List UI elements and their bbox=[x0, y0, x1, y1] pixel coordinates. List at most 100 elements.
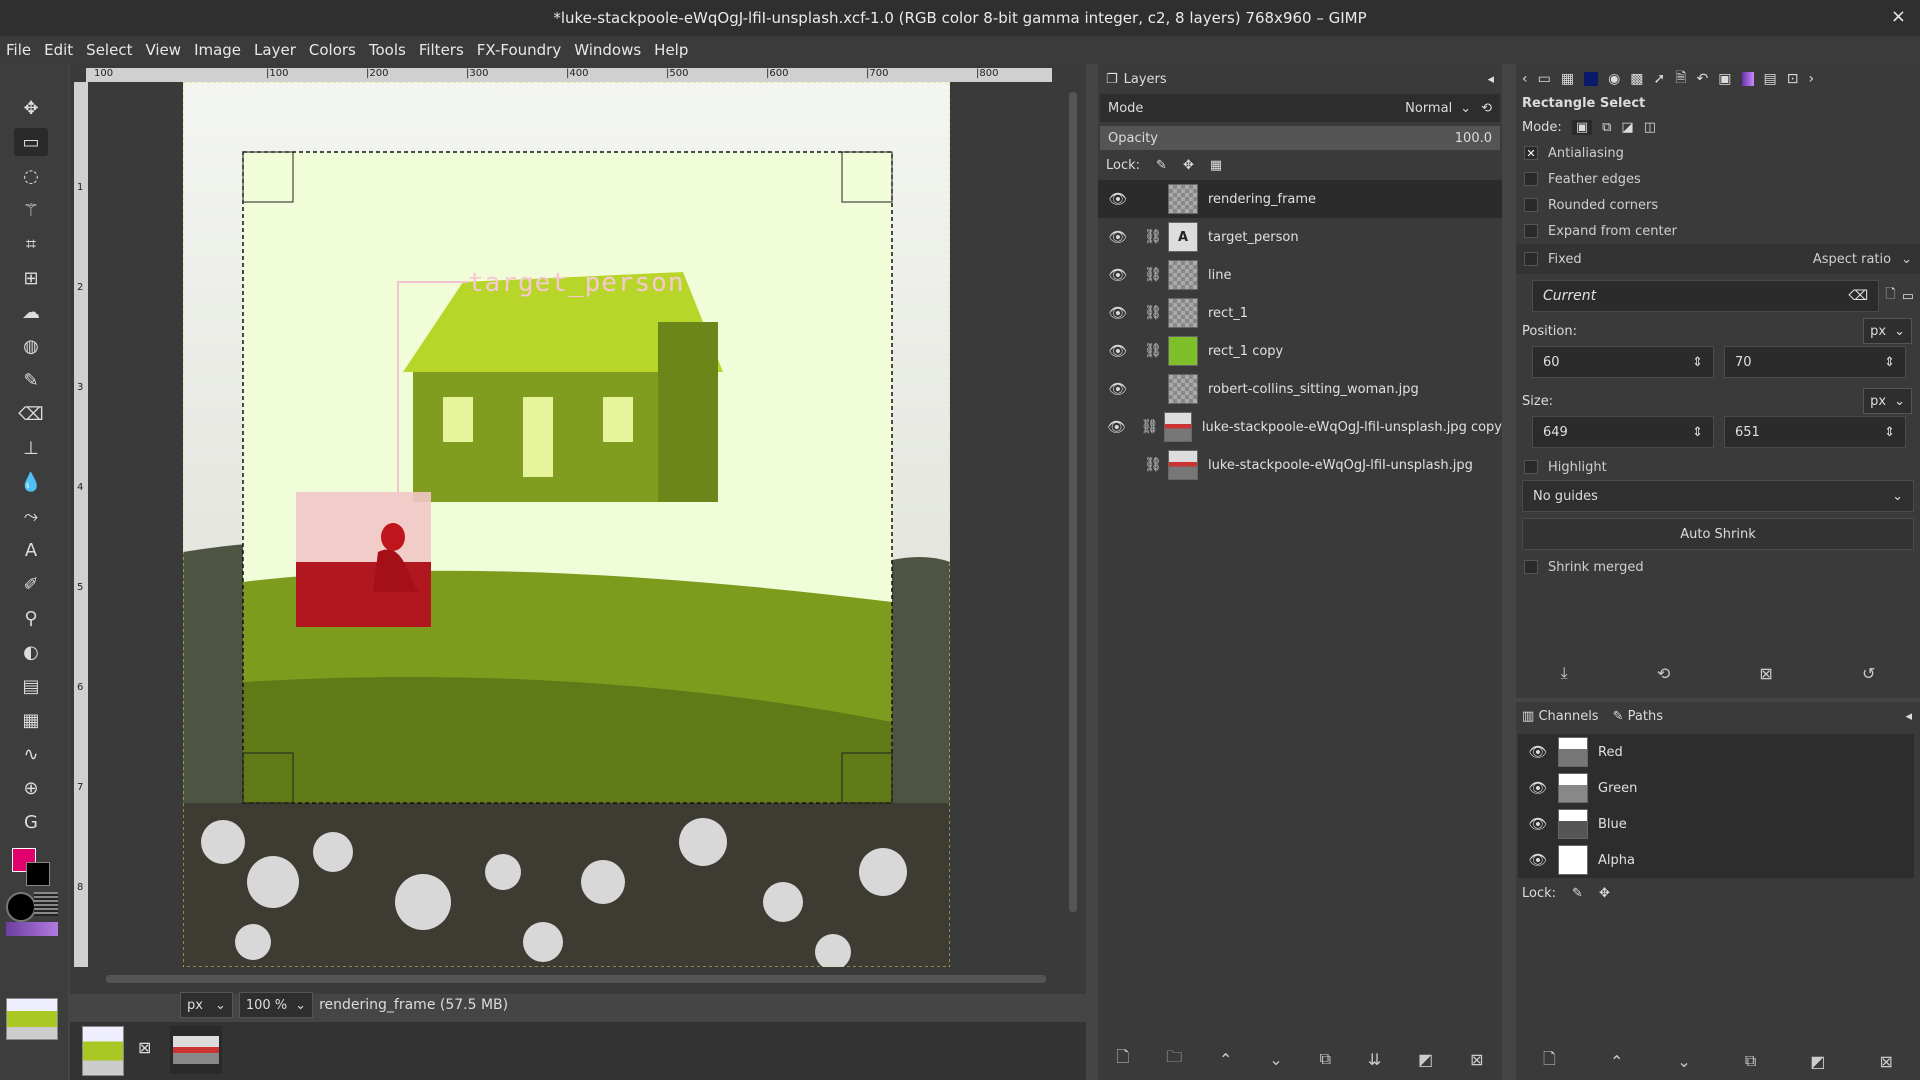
delete-options-icon[interactable]: ⊠ bbox=[1759, 664, 1772, 683]
chain-link-icon[interactable]: ⛓ bbox=[1136, 419, 1164, 435]
close-tab-icon[interactable]: ⊠ bbox=[138, 1038, 151, 1057]
warp-icon[interactable]: ☁ bbox=[14, 298, 48, 326]
templates-tab-icon[interactable]: ⊡ bbox=[1787, 71, 1799, 87]
clone-icon[interactable]: ⊥ bbox=[14, 434, 48, 462]
chain-link-icon[interactable]: ⛓ bbox=[1138, 305, 1168, 321]
landscape-icon[interactable]: ▭ bbox=[1902, 289, 1914, 304]
menu-layer[interactable]: Layer bbox=[248, 41, 303, 59]
lasso-icon[interactable]: ◌ bbox=[14, 162, 48, 190]
raise-channel-icon[interactable]: ⌃ bbox=[1610, 1052, 1623, 1071]
spin-icon[interactable]: ⇕ bbox=[1692, 355, 1703, 370]
visibility-eye-icon[interactable]: 👁 bbox=[1098, 304, 1138, 322]
dock-menu-icon[interactable]: ◂ bbox=[1487, 72, 1494, 87]
visibility-eye-icon[interactable]: 👁 bbox=[1098, 380, 1138, 398]
lock-position-icon[interactable]: ✥ bbox=[1183, 158, 1194, 173]
portrait-icon[interactable]: 🗋 bbox=[1885, 285, 1895, 307]
menu-fx-foundry[interactable]: FX-Foundry bbox=[471, 41, 568, 59]
menu-help[interactable]: Help bbox=[648, 41, 695, 59]
measure-icon[interactable]: ⊕ bbox=[14, 774, 48, 802]
mode-intersect-icon[interactable]: ◫ bbox=[1644, 120, 1656, 135]
lock-pixels-icon[interactable]: ✎ bbox=[1156, 158, 1167, 173]
chain-link-icon[interactable]: ⛓ bbox=[1138, 457, 1168, 473]
spin-icon[interactable]: ⇕ bbox=[1884, 355, 1895, 370]
layer-row[interactable]: 👁 robert-collins_sitting_woman.jpg bbox=[1098, 370, 1502, 408]
menu-select[interactable]: Select bbox=[80, 41, 139, 59]
tab-channels[interactable]: ▥ Channels bbox=[1522, 709, 1599, 724]
aspect-ratio-dropdown[interactable]: Aspect ratio bbox=[1813, 252, 1891, 267]
lock-alpha-icon[interactable]: ▦ bbox=[1210, 158, 1222, 173]
current-ratio-field[interactable]: Current ⌫ bbox=[1532, 280, 1880, 312]
new-channel-icon[interactable]: 🗋 bbox=[1543, 1048, 1556, 1075]
histogram-tab-icon[interactable]: ▤ bbox=[1764, 71, 1777, 87]
gradient-preview[interactable] bbox=[6, 922, 58, 936]
zoom-icon[interactable]: ⚲ bbox=[14, 604, 48, 632]
visibility-eye-icon[interactable]: 👁 bbox=[1518, 743, 1558, 761]
images-tab-icon[interactable]: ▣ bbox=[1718, 71, 1731, 87]
mode-replace-icon[interactable]: ▣ bbox=[1571, 119, 1593, 135]
levels-icon[interactable]: ▤ bbox=[14, 672, 48, 700]
image-tab-1[interactable] bbox=[82, 1026, 124, 1076]
gradients-tab-icon[interactable] bbox=[1741, 72, 1754, 86]
layer-row[interactable]: 👁 ⛓ line bbox=[1098, 256, 1502, 294]
unit-selector[interactable]: px ⌄ bbox=[180, 992, 233, 1018]
device-status-tab-icon[interactable]: ▦ bbox=[1561, 71, 1574, 87]
fixed-row[interactable]: Fixed Aspect ratio ⌄ bbox=[1516, 244, 1920, 274]
visibility-eye-icon[interactable]: 👁 bbox=[1518, 779, 1558, 797]
delete-layer-icon[interactable]: ⊠ bbox=[1470, 1050, 1483, 1069]
visibility-eye-icon[interactable]: 👁 bbox=[1098, 418, 1136, 436]
pointer-tab-icon[interactable]: ➚ bbox=[1654, 71, 1666, 87]
restore-options-icon[interactable]: ⟲ bbox=[1657, 664, 1670, 683]
dodge-icon[interactable]: ◐ bbox=[14, 638, 48, 666]
layer-row[interactable]: 👁 rendering_frame bbox=[1098, 180, 1502, 218]
background-color-swatch[interactable] bbox=[26, 862, 50, 886]
menu-colors[interactable]: Colors bbox=[303, 41, 363, 59]
fuzzy-select-icon[interactable]: ⚚ bbox=[14, 196, 48, 224]
document-tab-icon[interactable]: 🗎 bbox=[1675, 67, 1686, 91]
path-icon[interactable]: ⤳ bbox=[14, 502, 48, 530]
close-window-button[interactable]: × bbox=[1891, 6, 1906, 27]
transform-icon[interactable]: ⊞ bbox=[14, 264, 48, 292]
brush-preview[interactable] bbox=[6, 892, 36, 922]
layer-row[interactable]: 👁 ⛓ A target_person bbox=[1098, 218, 1502, 256]
chain-link-icon[interactable]: ⛓ bbox=[1138, 229, 1168, 245]
visibility-eye-icon[interactable]: 👁 bbox=[1098, 190, 1138, 208]
image-canvas[interactable]: target_person bbox=[183, 82, 950, 967]
mode-row[interactable]: Mode Normal ⌄ ⟲ bbox=[1100, 94, 1500, 122]
opacity-slider[interactable]: Opacity 100.0 bbox=[1100, 126, 1500, 150]
lock-position-icon[interactable]: ✥ bbox=[1599, 886, 1610, 901]
save-options-icon[interactable]: ⤓ bbox=[1561, 663, 1568, 683]
text-icon[interactable]: A bbox=[14, 536, 48, 564]
image-tab-2[interactable] bbox=[170, 1026, 222, 1074]
crop-icon[interactable]: ⌗ bbox=[14, 230, 48, 258]
channel-to-selection-icon[interactable]: ◩ bbox=[1810, 1052, 1825, 1071]
color-picker-icon[interactable]: ✐ bbox=[14, 570, 48, 598]
duplicate-layer-icon[interactable]: ⧉ bbox=[1320, 1049, 1331, 1069]
layer-row[interactable]: ⛓ luke-stackpoole-eWqOgJ-lfiI-unsplash.j… bbox=[1098, 446, 1502, 484]
menu-filters[interactable]: Filters bbox=[413, 41, 471, 59]
curves-icon[interactable]: ∿ bbox=[14, 740, 48, 768]
undo-history-tab-icon[interactable]: ↶ bbox=[1697, 71, 1709, 87]
menu-view[interactable]: View bbox=[139, 41, 188, 59]
feather-edges-checkbox[interactable]: Feather edges bbox=[1516, 166, 1920, 192]
visibility-eye-icon[interactable]: 👁 bbox=[1518, 851, 1558, 869]
layer-row[interactable]: 👁 ⛓ rect_1 copy bbox=[1098, 332, 1502, 370]
paintbrush-icon[interactable]: ✎ bbox=[14, 366, 48, 394]
layer-row[interactable]: 👁 ⛓ luke-stackpoole-eWqOgJ-lfiI-unsplash.… bbox=[1098, 408, 1502, 446]
visibility-eye-icon[interactable]: 👁 bbox=[1518, 815, 1558, 833]
lower-channel-icon[interactable]: ⌄ bbox=[1677, 1052, 1690, 1071]
raise-layer-icon[interactable]: ⌃ bbox=[1219, 1050, 1232, 1069]
chevron-right-icon[interactable]: › bbox=[1808, 71, 1814, 87]
delete-channel-icon[interactable]: ⊠ bbox=[1880, 1052, 1893, 1071]
clear-icon[interactable]: ⌫ bbox=[1848, 288, 1868, 304]
rect-select-icon[interactable]: ▭ bbox=[14, 128, 48, 156]
channel-row[interactable]: 👁 Alpha bbox=[1518, 842, 1914, 878]
gmic-icon[interactable]: G bbox=[14, 808, 48, 836]
tool-options-tab-icon[interactable]: ▭ bbox=[1538, 71, 1551, 87]
visibility-eye-icon[interactable]: 👁 bbox=[1098, 342, 1138, 360]
auto-shrink-button[interactable]: Auto Shrink bbox=[1522, 518, 1914, 550]
lower-layer-icon[interactable]: ⌄ bbox=[1269, 1050, 1282, 1069]
palette-tab-icon[interactable]: ◉ bbox=[1608, 71, 1620, 87]
visibility-eye-icon[interactable]: 👁 bbox=[1098, 266, 1138, 284]
position-y-input[interactable]: 70 ⇕ bbox=[1724, 346, 1906, 378]
chain-link-icon[interactable]: ⛓ bbox=[1138, 343, 1168, 359]
